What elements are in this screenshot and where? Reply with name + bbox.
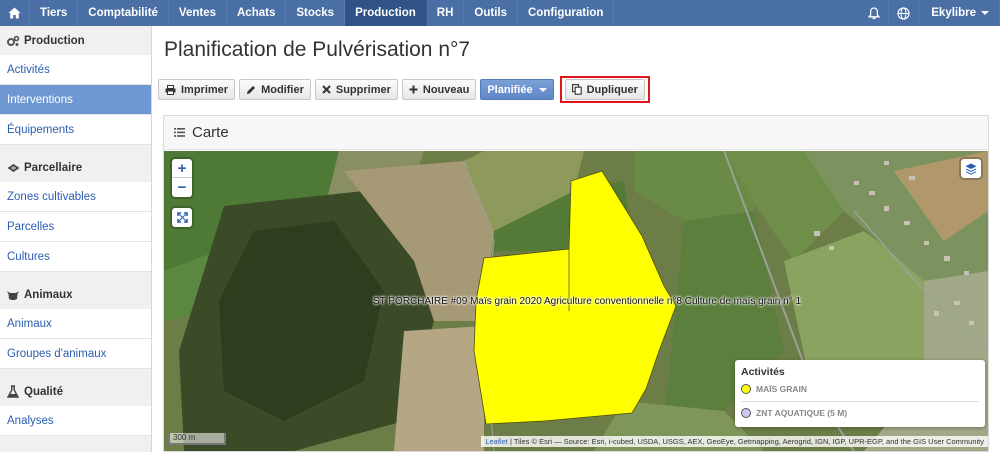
sidebar-section-parcellaire: Parcellaire [0, 153, 151, 182]
expand-icon [176, 212, 188, 223]
edit-button-label: Modifier [261, 83, 304, 96]
print-button[interactable]: Imprimer [158, 79, 236, 100]
home-icon [8, 7, 21, 19]
nav-comptabilite[interactable]: Comptabilité [78, 0, 169, 26]
map-view[interactable]: + − ST PORCHAIRE #09 Maïs grain 2020 Agr… [164, 151, 988, 451]
land-icon [6, 161, 20, 175]
duplicate-highlight: Dupliquer [559, 76, 650, 103]
nav-outils[interactable]: Outils [464, 0, 518, 26]
legend-label: MAÏS GRAIN [756, 384, 807, 394]
duplicate-button[interactable]: Dupliquer [564, 79, 645, 100]
nav-stocks[interactable]: Stocks [286, 0, 346, 26]
page-title: Planification de Pulvérisation n°7 [164, 38, 471, 61]
home-button[interactable] [0, 0, 30, 26]
new-button-label: Nouveau [422, 83, 470, 96]
sidebar-section-animaux: Animaux [0, 280, 151, 309]
navbar-spacer [614, 0, 859, 26]
legend-item: MAÏS GRAIN [741, 382, 979, 396]
notifications-button[interactable] [859, 0, 890, 26]
bell-icon [867, 6, 880, 19]
gears-icon [6, 34, 20, 48]
state-dropdown-label: Planifiée [487, 83, 533, 96]
new-button[interactable]: Nouveau [401, 79, 477, 100]
edit-button[interactable]: Modifier [239, 79, 311, 100]
flask-icon [6, 385, 20, 399]
map-card-header: Carte [164, 116, 988, 150]
nav-rh[interactable]: RH [427, 0, 465, 26]
sidebar-item-activites[interactable]: Activités [0, 55, 151, 85]
map-card-title: Carte [192, 124, 229, 141]
copy-icon [571, 84, 582, 95]
chevron-down-icon [981, 11, 989, 15]
language-button[interactable] [889, 0, 920, 26]
list-icon [174, 128, 185, 137]
nav-tiers[interactable]: Tiers [30, 0, 79, 26]
top-navbar: Tiers Comptabilité Ventes Achats Stocks … [0, 0, 1000, 26]
legend-divider [741, 401, 979, 402]
zoom-in-button[interactable]: + [172, 159, 192, 178]
map-attribution: Leaflet | Tiles © Esri — Source: Esri, i… [481, 436, 988, 447]
sidebar-section-production: Production [0, 26, 151, 55]
layers-icon [965, 163, 977, 175]
attribution-text: | Tiles © Esri — Source: Esri, i-cubed, … [509, 437, 984, 446]
plot-label: ST PORCHAIRE #09 Maïs grain 2020 Agricul… [373, 296, 802, 307]
user-name: Ekylibre [931, 7, 976, 19]
state-dropdown[interactable]: Planifiée [480, 79, 554, 100]
chevron-down-icon [538, 87, 547, 92]
sidebar-divider [0, 369, 151, 377]
sidebar-item-equipements[interactable]: Équipements [0, 115, 151, 145]
sidebar-section-label: Parcellaire [24, 161, 83, 174]
user-menu[interactable]: Ekylibre [919, 0, 1000, 26]
layers-button[interactable] [961, 159, 981, 178]
sidebar-item-parcelles[interactable]: Parcelles [0, 212, 151, 242]
legend-swatch [741, 384, 751, 394]
delete-button-label: Supprimer [335, 83, 391, 96]
sidebar-divider [0, 272, 151, 280]
pencil-icon [246, 85, 256, 95]
close-icon [322, 85, 331, 94]
legend-item: ZNT AQUATIQUE (5 M) [741, 406, 979, 420]
nav-achats[interactable]: Achats [227, 0, 287, 26]
zoom-out-button[interactable]: − [172, 178, 192, 197]
fullscreen-button[interactable] [172, 208, 192, 227]
sidebar-item-groupes-animaux[interactable]: Groupes d'animaux [0, 339, 151, 369]
sidebar-divider [0, 145, 151, 153]
main-content: Planification de Pulvérisation n°7 Impri… [152, 26, 1000, 452]
legend-swatch [741, 408, 751, 418]
cow-icon [6, 288, 20, 302]
sidebar-section-label: Animaux [24, 288, 73, 301]
sidebar-item-zones-cultivables[interactable]: Zones cultivables [0, 182, 151, 212]
duplicate-button-label: Dupliquer [586, 83, 638, 96]
print-button-label: Imprimer [181, 83, 229, 96]
legend-title: Activités [741, 366, 785, 378]
scale-bar: 300 m [168, 433, 226, 445]
globe-icon [897, 6, 910, 20]
zoom-control: + − [172, 159, 192, 197]
leaflet-link[interactable]: Leaflet [485, 437, 508, 446]
sidebar-item-animaux[interactable]: Animaux [0, 309, 151, 339]
nav-production[interactable]: Production [345, 0, 427, 26]
map-legend: Activités MAÏS GRAIN ZNT AQUATIQUE (5 M) [735, 360, 985, 427]
action-toolbar: Imprimer Modifier Supprimer Nouveau Plan… [158, 76, 650, 103]
sidebar-section-label: Production [24, 34, 85, 47]
sidebar-section-label: Qualité [24, 385, 63, 398]
sidebar: Production Activités Interventions Équip… [0, 26, 152, 452]
delete-button[interactable]: Supprimer [314, 79, 398, 100]
sidebar-item-interventions[interactable]: Interventions [0, 85, 151, 115]
sidebar-item-analyses[interactable]: Analyses [0, 406, 151, 436]
nav-ventes[interactable]: Ventes [169, 0, 227, 26]
sidebar-item-cultures[interactable]: Cultures [0, 242, 151, 272]
sidebar-section-qualite: Qualité [0, 377, 151, 406]
legend-label: ZNT AQUATIQUE (5 M) [756, 408, 848, 418]
map-card: Carte + − ST PORCHAIRE #09 Maïs grain 20… [163, 115, 989, 452]
print-icon [165, 84, 176, 95]
nav-configuration[interactable]: Configuration [518, 0, 615, 26]
plus-icon [409, 85, 418, 94]
